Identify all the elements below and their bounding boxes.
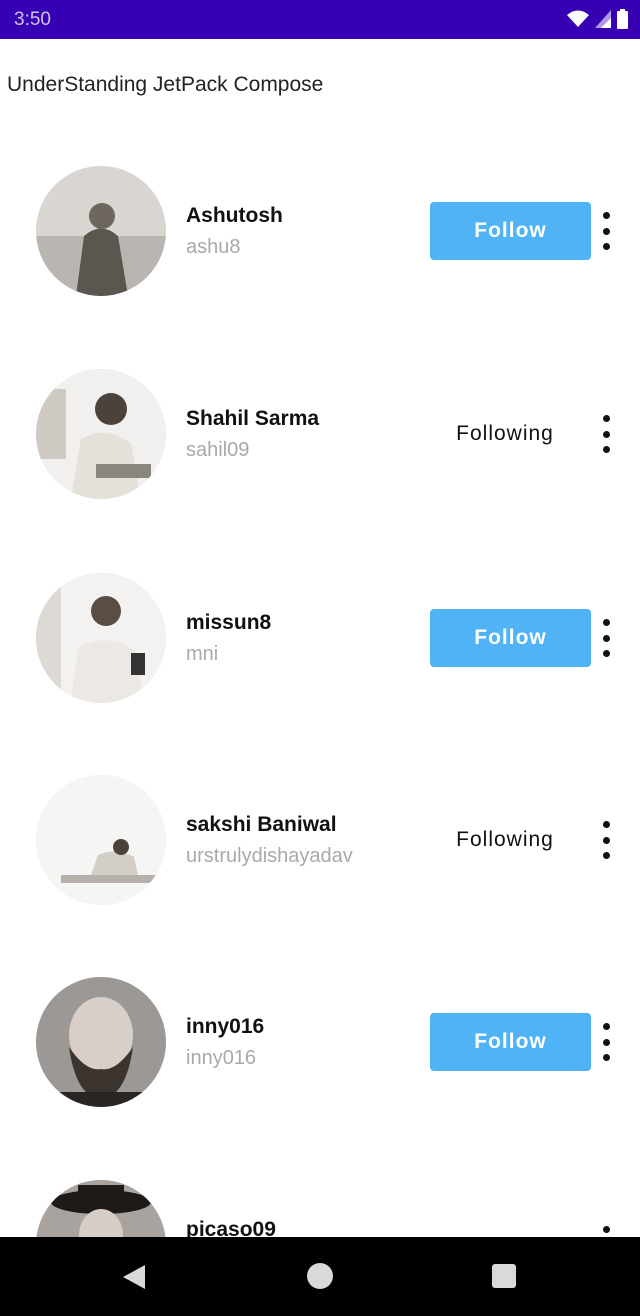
user-username: inny016 (186, 1047, 257, 1069)
more-vert-icon[interactable] (592, 411, 620, 457)
more-vert-icon[interactable] (592, 1222, 620, 1237)
avatar (36, 977, 166, 1107)
avatar (36, 369, 166, 499)
list-item: missun8 mni Follow (0, 573, 640, 713)
avatar (36, 166, 166, 296)
home-icon[interactable] (307, 1263, 333, 1289)
user-name: picaso09 (186, 1218, 276, 1237)
recents-icon[interactable] (492, 1264, 516, 1288)
following-button[interactable]: Following (430, 405, 580, 463)
list-item: sakshi Baniwal urstrulydishayadav Follow… (0, 775, 640, 915)
more-vert-icon[interactable] (592, 817, 620, 863)
avatar (36, 1180, 166, 1237)
list-item: inny016 inny016 Follow (0, 977, 640, 1117)
list-item: Ashutosh ashu8 Follow (0, 166, 640, 306)
list-item: Shahil Sarma sahil09 Following (0, 369, 640, 509)
app-title: UnderStanding JetPack Compose (7, 73, 324, 96)
follow-button[interactable]: Follow (430, 1013, 591, 1071)
follow-button[interactable]: Follow (430, 609, 591, 667)
user-name: inny016 (186, 1015, 265, 1038)
avatar (36, 573, 166, 703)
user-list[interactable]: UnderStanding JetPack Compose Ashutosh a… (0, 0, 640, 1237)
list-item: picaso09 (0, 1180, 640, 1237)
following-button[interactable]: Following (430, 811, 580, 869)
user-name: Shahil Sarma (186, 407, 320, 430)
user-username: mni (186, 643, 219, 665)
user-username: urstrulydishayadav (186, 845, 353, 867)
more-vert-icon[interactable] (592, 1019, 620, 1065)
user-username: ashu8 (186, 236, 241, 258)
back-icon[interactable] (120, 1263, 148, 1291)
user-name: sakshi Baniwal (186, 813, 337, 836)
user-username: sahil09 (186, 439, 250, 461)
navigation-bar (0, 1237, 640, 1316)
follow-button[interactable]: Follow (430, 202, 591, 260)
user-name: Ashutosh (186, 204, 283, 227)
avatar (36, 775, 166, 905)
user-name: missun8 (186, 611, 272, 634)
more-vert-icon[interactable] (592, 615, 620, 661)
more-vert-icon[interactable] (592, 208, 620, 254)
